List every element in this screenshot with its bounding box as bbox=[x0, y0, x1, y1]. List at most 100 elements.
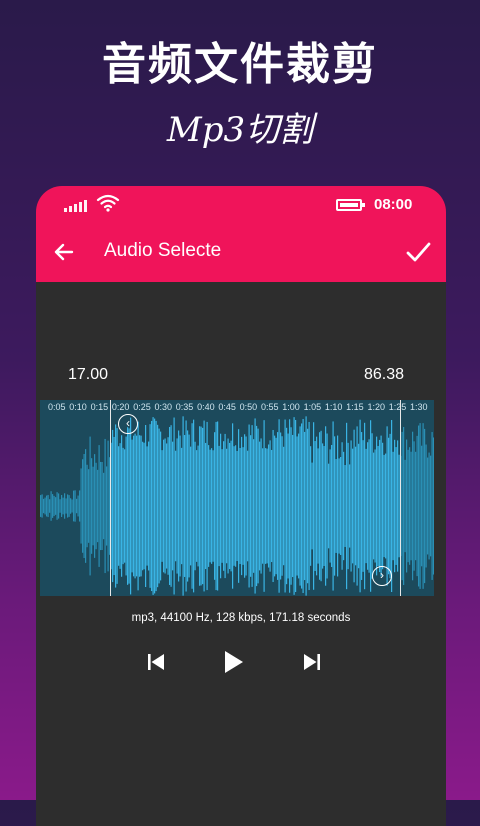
waveform-bar bbox=[254, 418, 256, 594]
waveform-bar bbox=[167, 437, 169, 575]
waveform-bar bbox=[124, 449, 126, 563]
waveform-bar bbox=[424, 428, 426, 584]
waveform-bar bbox=[302, 418, 304, 594]
waveform-bar bbox=[119, 443, 121, 569]
start-time-value[interactable]: 17.00 bbox=[68, 366, 108, 384]
waveform-bar bbox=[313, 422, 315, 590]
waveform-bar bbox=[88, 469, 90, 543]
waveform-bar bbox=[392, 451, 394, 561]
waveform-bar bbox=[52, 494, 54, 518]
waveform-bar bbox=[340, 456, 342, 556]
play-icon[interactable] bbox=[213, 642, 253, 682]
waveform-bar bbox=[91, 458, 93, 554]
waveform-bar bbox=[367, 442, 369, 570]
waveform-bar bbox=[113, 436, 115, 576]
waveform-bar bbox=[191, 423, 193, 589]
waveform-bar bbox=[178, 430, 180, 582]
waveform-bar bbox=[89, 436, 91, 576]
waveform-bar bbox=[271, 449, 273, 563]
waveform-bar bbox=[149, 424, 151, 588]
time-tick-label: 0:55 bbox=[260, 402, 279, 412]
waveform-bar bbox=[103, 472, 105, 540]
check-icon[interactable] bbox=[404, 238, 432, 266]
waveform-bar bbox=[365, 448, 367, 564]
waveform-bar bbox=[181, 447, 183, 565]
waveform-bar bbox=[421, 445, 423, 567]
waveform-bar bbox=[182, 416, 184, 596]
waveform-bar bbox=[179, 435, 181, 577]
waveform-bar bbox=[272, 429, 274, 583]
waveform-bar bbox=[58, 493, 60, 519]
skip-next-icon[interactable] bbox=[292, 642, 332, 682]
waveform-bar bbox=[46, 495, 48, 517]
waveform-bar bbox=[128, 428, 130, 584]
waveform-bar bbox=[413, 441, 415, 571]
waveform-bar bbox=[301, 423, 303, 589]
skip-previous-icon[interactable] bbox=[136, 642, 176, 682]
waveform-bar bbox=[40, 495, 42, 517]
waveform-bar bbox=[247, 450, 249, 562]
time-tick-label: 0:35 bbox=[175, 402, 194, 412]
waveform-bar bbox=[43, 498, 45, 514]
waveform-bar bbox=[295, 419, 297, 593]
waveform-bar bbox=[415, 451, 417, 561]
time-tick-label: 1:00 bbox=[282, 402, 300, 412]
waveform-bar bbox=[142, 441, 144, 571]
waveform-bar bbox=[368, 439, 370, 573]
waveform-bar bbox=[326, 433, 328, 579]
chevron-right-circle-icon[interactable]: › bbox=[372, 566, 392, 586]
waveform-bar bbox=[169, 426, 171, 586]
waveform-bar bbox=[190, 446, 192, 566]
waveform-bar bbox=[322, 443, 324, 569]
waveform-bar bbox=[361, 432, 363, 580]
waveform-bar bbox=[44, 497, 46, 515]
waveform-bar bbox=[173, 417, 175, 595]
waveform-bar bbox=[329, 449, 331, 563]
waveform-bar bbox=[175, 450, 177, 562]
waveform-bar bbox=[152, 417, 154, 595]
waveform-bar bbox=[74, 490, 76, 522]
waveform-bar bbox=[305, 416, 307, 596]
time-tick-label: 0:05 bbox=[48, 402, 66, 412]
waveform-bar bbox=[242, 447, 244, 565]
promo-subtitle: Mp3切割 bbox=[166, 110, 314, 150]
waveform-bar bbox=[389, 433, 391, 579]
start-marker-line bbox=[110, 400, 111, 596]
waveform-bar bbox=[304, 431, 306, 581]
waveform-bar bbox=[286, 427, 288, 585]
waveform-view[interactable]: 0:05 0:10 0:15 0:20 0:25 0:30 0:35 0:40 0:45 0:50… bbox=[40, 400, 434, 596]
waveform-bar bbox=[280, 432, 282, 580]
waveform-bar bbox=[334, 436, 336, 576]
waveform-bar bbox=[373, 452, 375, 560]
waveform-bar bbox=[380, 435, 382, 577]
wifi-icon bbox=[96, 194, 120, 212]
waveform-bar bbox=[188, 434, 190, 578]
waveform-bar bbox=[164, 438, 166, 574]
waveform-bar bbox=[131, 439, 133, 573]
waveform-bar bbox=[331, 444, 333, 568]
waveform-bar bbox=[386, 426, 388, 586]
waveform-bar bbox=[139, 435, 141, 577]
waveform-bar bbox=[422, 423, 424, 589]
phone-frame: 08:00 Audio Selecte 17.00 86.38 0:05 0:10… bbox=[36, 186, 446, 826]
waveform-bar bbox=[293, 417, 295, 595]
end-time-value[interactable]: 86.38 bbox=[364, 366, 404, 384]
waveform-bar bbox=[374, 449, 376, 563]
waveform-bar bbox=[116, 428, 118, 584]
waveform-bar bbox=[352, 448, 354, 564]
waveform-bar bbox=[269, 440, 271, 572]
app-bar: Audio Selecte bbox=[36, 222, 446, 282]
waveform-bar bbox=[67, 494, 69, 518]
time-tick-label: 0:45 bbox=[218, 402, 236, 412]
waveform-bar bbox=[316, 436, 318, 576]
waveform-bar bbox=[292, 434, 294, 578]
arrow-back-icon[interactable] bbox=[52, 240, 76, 264]
waveform-bar bbox=[244, 434, 246, 578]
waveform-bar bbox=[206, 421, 208, 591]
waveform-bar bbox=[127, 427, 129, 585]
chevron-left-circle-icon[interactable]: ‹ bbox=[118, 414, 138, 434]
waveform-bar bbox=[133, 435, 135, 577]
waveform-bar bbox=[358, 443, 360, 569]
waveform-bar bbox=[140, 435, 142, 577]
waveform-bar bbox=[158, 428, 160, 584]
